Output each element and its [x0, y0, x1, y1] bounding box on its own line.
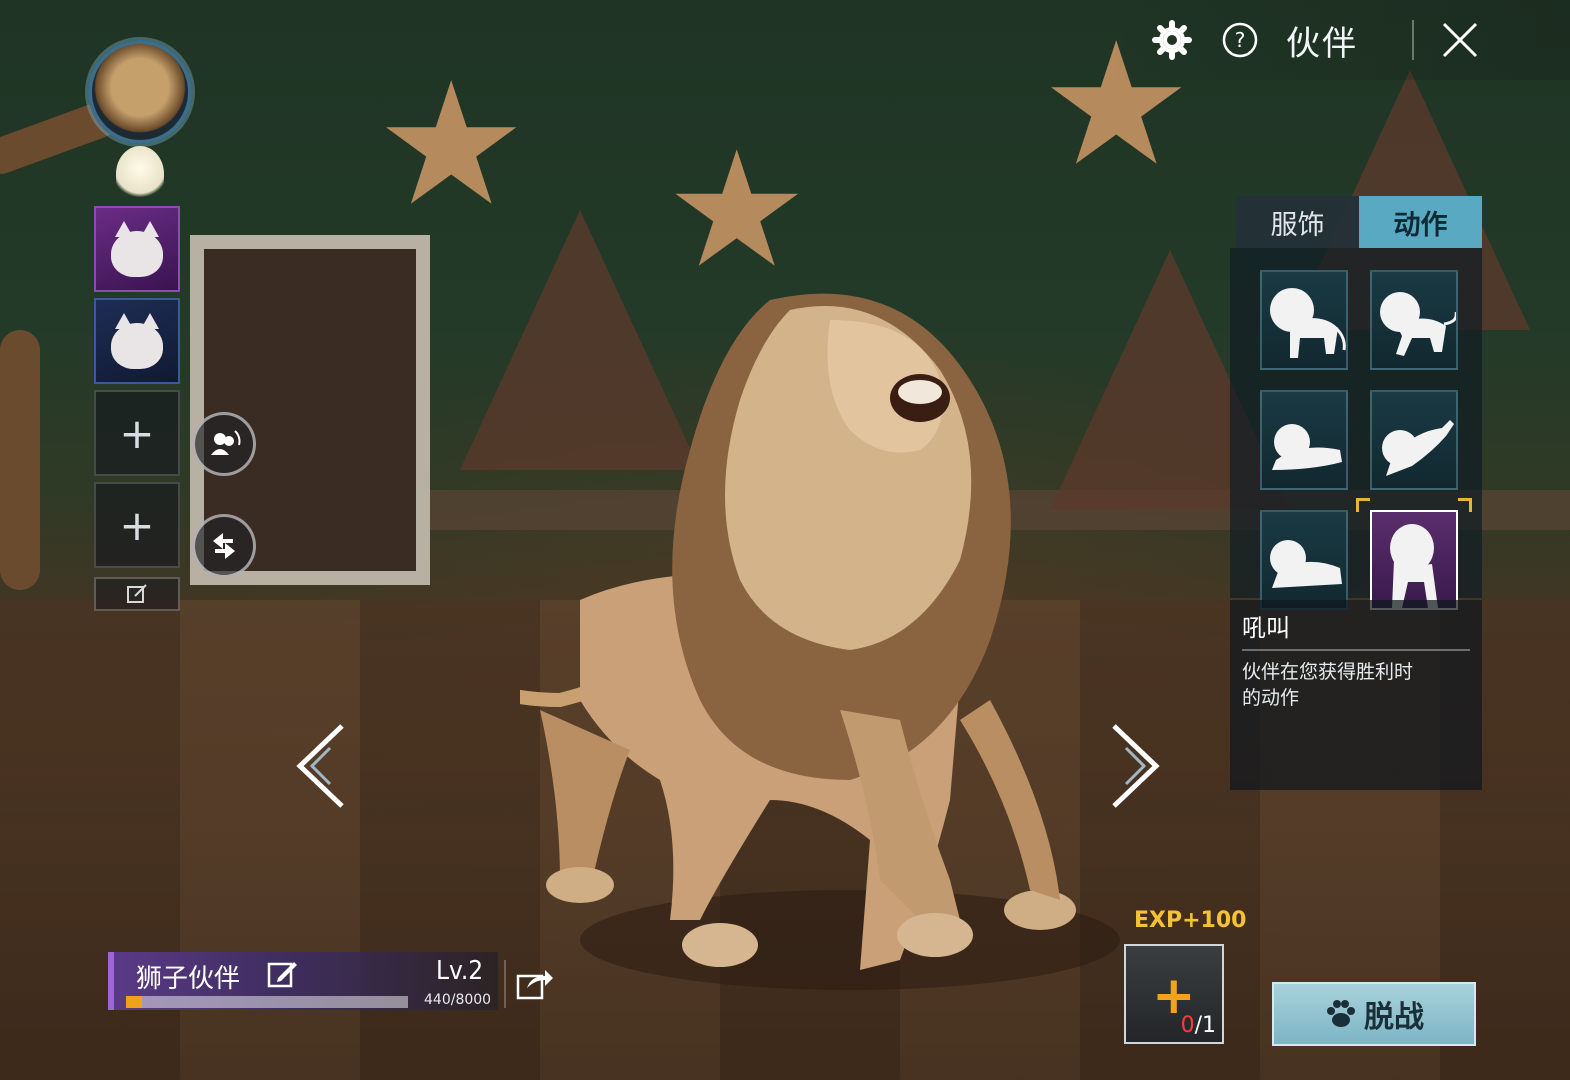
- selection-corner: [1458, 498, 1472, 512]
- cat-pet-icon: [111, 220, 163, 277]
- top-bar: ? 伙伴: [1110, 0, 1570, 80]
- gear-icon[interactable]: [1150, 18, 1194, 62]
- empty-pet-slot[interactable]: +: [94, 482, 180, 568]
- page-title: 伙伴: [1286, 23, 1358, 64]
- pet-slot-1[interactable]: [94, 206, 180, 292]
- exp-bonus-label: EXP+100: [1134, 908, 1247, 933]
- close-icon[interactable]: [1438, 18, 1482, 62]
- action-tile-pounce[interactable]: [1370, 390, 1458, 490]
- pet-info-bar: 狮子伙伴 Lv.2 440/8000: [108, 952, 498, 1010]
- swap-position-button[interactable]: [192, 514, 256, 578]
- exp-progress-fill: [126, 996, 142, 1008]
- edit-name-icon[interactable]: [266, 958, 300, 990]
- lion-pounce-icon: [1382, 420, 1454, 476]
- swap-pets-button[interactable]: [192, 412, 256, 476]
- pet-name: 狮子伙伴: [136, 964, 241, 994]
- action-description-line: 的动作: [1242, 687, 1300, 709]
- lion-walk-icon: [1380, 292, 1456, 356]
- share-icon: [516, 970, 553, 1000]
- action-description-line: 伙伴在您获得胜利时: [1242, 661, 1414, 683]
- panel-tabs: 服饰 动作: [1236, 196, 1482, 248]
- edit-icon: [127, 584, 147, 603]
- chevron-left-icon[interactable]: [286, 720, 356, 812]
- tab-outfits[interactable]: 服饰: [1236, 196, 1359, 248]
- lion-crouch-icon: [1270, 540, 1342, 588]
- svg-text:?: ?: [1235, 28, 1246, 52]
- pet-level: Lv.2: [436, 956, 484, 986]
- action-tile-lie[interactable]: [1260, 390, 1348, 490]
- tree-branch-decor: [0, 330, 40, 590]
- exp-progress-bar: [126, 996, 408, 1008]
- divider: [1242, 649, 1470, 651]
- chevron-right-icon[interactable]: [1100, 720, 1170, 812]
- food-slot[interactable]: + 0/1: [1124, 944, 1224, 1044]
- share-button[interactable]: [504, 960, 564, 1008]
- lion-pet-model: [520, 293, 1120, 990]
- lion-avatar-icon[interactable]: [88, 40, 192, 144]
- star-decor: ★: [375, 46, 528, 244]
- action-tile-stand[interactable]: [1260, 270, 1348, 370]
- plus-icon: +: [119, 500, 155, 550]
- dismiss-pet-button[interactable]: 脱战: [1272, 982, 1476, 1046]
- swap-position-icon: [213, 533, 235, 559]
- pet-slot-2[interactable]: [94, 298, 180, 384]
- lion-lie-icon: [1272, 424, 1342, 470]
- action-description: 吼叫 伙伴在您获得胜利时 的动作: [1230, 600, 1482, 790]
- dismiss-label: 脱战: [1364, 1000, 1424, 1035]
- paw-icon: [1327, 1000, 1355, 1027]
- action-tile-walk[interactable]: [1370, 270, 1458, 370]
- action-tile-crouch[interactable]: [1260, 510, 1348, 610]
- action-tile-roar[interactable]: [1370, 510, 1458, 610]
- tab-actions[interactable]: 动作: [1359, 196, 1482, 248]
- cat-pet-icon: [111, 312, 163, 369]
- food-count: 0/1: [1180, 1013, 1216, 1038]
- action-grid: [1230, 248, 1482, 610]
- selection-corner: [1356, 498, 1370, 512]
- light-bulb-decor: [116, 146, 164, 202]
- lion-stand-icon: [1270, 288, 1346, 358]
- question-circle-icon[interactable]: ?: [1218, 18, 1262, 62]
- exp-value: 440/8000: [424, 992, 492, 1008]
- swap-pets-icon: [211, 430, 241, 455]
- edit-slots-button[interactable]: [94, 577, 180, 611]
- action-title: 吼叫: [1242, 614, 1290, 642]
- empty-pet-slot[interactable]: +: [94, 390, 180, 476]
- lion-roar-icon: [1390, 524, 1438, 608]
- divider: [1412, 20, 1414, 60]
- star-decor: ★: [665, 116, 809, 303]
- plus-icon: +: [119, 408, 155, 458]
